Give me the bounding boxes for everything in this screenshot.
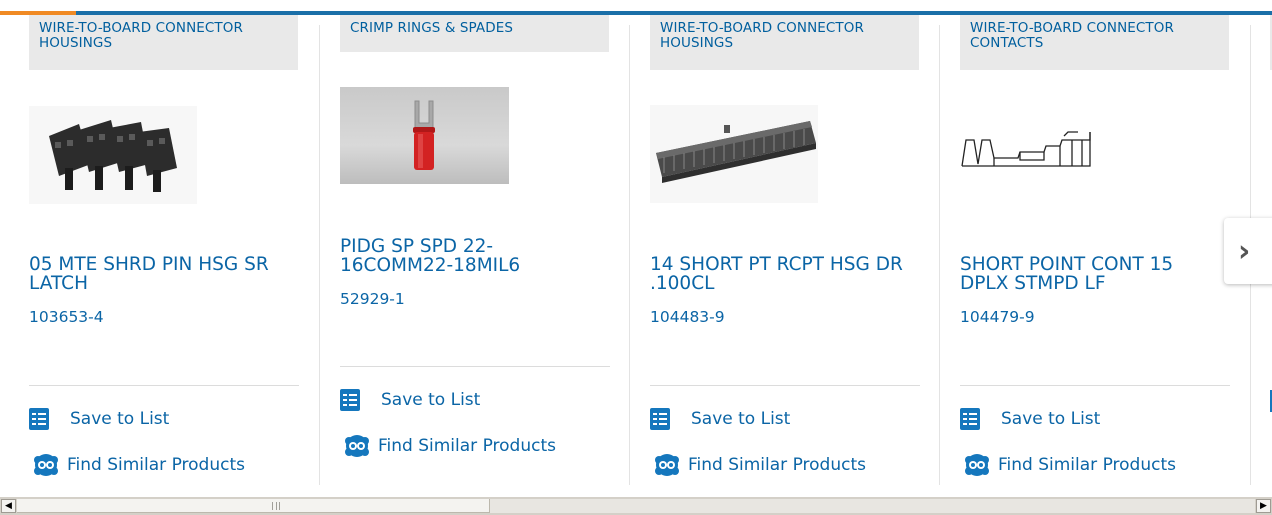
find-similar-icon bbox=[345, 435, 369, 457]
product-category[interactable]: WIRE-TO-BOARD CONNECTOR HOUSINGS bbox=[650, 15, 919, 70]
product-name-link[interactable]: 14 SHORT PT RCPT HSG DR .100CL bbox=[650, 255, 915, 293]
card-separator bbox=[340, 366, 610, 367]
card-separator bbox=[29, 385, 299, 386]
find-similar-icon bbox=[655, 454, 679, 476]
card-divider bbox=[629, 25, 630, 485]
scrollbar-grip-icon bbox=[272, 502, 280, 510]
horizontal-scrollbar[interactable]: ◀ ▶ bbox=[0, 497, 1272, 515]
scrollbar-thumb[interactable] bbox=[17, 499, 490, 513]
find-similar-label: Find Similar Products bbox=[67, 455, 245, 475]
save-to-list-button[interactable]: Save to List bbox=[340, 389, 480, 411]
save-to-list-button[interactable]: Save to List bbox=[29, 408, 169, 430]
product-name-link[interactable]: SHORT POINT CONT 15 DPLX STMPD LF bbox=[960, 255, 1225, 293]
save-to-list-label: Save to List bbox=[691, 409, 791, 429]
find-similar-icon bbox=[34, 454, 58, 476]
scroll-left-arrow[interactable]: ◀ bbox=[1, 499, 16, 513]
product-image[interactable] bbox=[29, 106, 197, 204]
find-similar-button[interactable]: Find Similar Products bbox=[29, 452, 245, 478]
checklist-icon bbox=[650, 408, 670, 430]
find-similar-label: Find Similar Products bbox=[378, 436, 556, 456]
find-similar-button[interactable]: Find Similar Products bbox=[340, 433, 556, 459]
product-card: WIRE-TO-BOARD CONNECTOR HOUSINGS bbox=[29, 15, 299, 490]
product-card: WIRE-TO-BOARD CONNECTOR HOUSINGS bbox=[650, 15, 920, 490]
product-carousel: WIRE-TO-BOARD CONNECTOR HOUSINGS 05 MTE … bbox=[0, 15, 1272, 490]
save-to-list-label: Save to List bbox=[381, 390, 481, 410]
checklist-icon bbox=[340, 389, 360, 411]
find-similar-button[interactable]: Find Similar Products bbox=[650, 452, 866, 478]
product-card: WIRE-TO-BOARD CONNECTOR CONTACTS SHORT P… bbox=[960, 15, 1230, 490]
checklist-icon bbox=[29, 408, 49, 430]
find-similar-button[interactable]: Find Similar Products bbox=[960, 452, 1176, 478]
product-part-number-link[interactable]: 104479-9 bbox=[960, 308, 1035, 326]
product-name-link[interactable]: 05 MTE SHRD PIN HSG SR LATCH bbox=[29, 255, 294, 293]
save-to-list-label: Save to List bbox=[70, 409, 170, 429]
card-divider bbox=[319, 25, 320, 485]
product-card: CRIMP RINGS & SPADES PIDG SP SPD 22-16CO… bbox=[340, 15, 610, 490]
card-separator bbox=[650, 385, 920, 386]
product-part-number-link[interactable]: 103653-4 bbox=[29, 308, 104, 326]
product-image[interactable] bbox=[650, 105, 818, 203]
card-divider bbox=[939, 25, 940, 485]
product-image[interactable] bbox=[340, 87, 509, 184]
product-image[interactable] bbox=[960, 130, 1130, 170]
product-category[interactable]: WIRE-TO-BOARD CONNECTOR HOUSINGS bbox=[29, 15, 298, 70]
product-category[interactable]: WIRE-TO-BOARD CONNECTOR CONTACTS bbox=[960, 15, 1229, 70]
find-similar-label: Find Similar Products bbox=[688, 455, 866, 475]
scroll-right-arrow[interactable]: ▶ bbox=[1256, 499, 1271, 513]
find-similar-label: Find Similar Products bbox=[998, 455, 1176, 475]
product-part-number-link[interactable]: 52929-1 bbox=[340, 290, 405, 308]
checklist-icon bbox=[960, 408, 980, 430]
card-separator bbox=[960, 385, 1230, 386]
carousel-next-button[interactable]: › bbox=[1224, 218, 1272, 284]
find-similar-icon bbox=[965, 454, 989, 476]
product-part-number-link[interactable]: 104483-9 bbox=[650, 308, 725, 326]
chevron-right-icon: › bbox=[1238, 233, 1251, 269]
product-name-link[interactable]: PIDG SP SPD 22-16COMM22-18MIL6 bbox=[340, 237, 605, 275]
save-to-list-label: Save to List bbox=[1001, 409, 1101, 429]
save-to-list-button[interactable]: Save to List bbox=[650, 408, 790, 430]
product-category[interactable]: CRIMP RINGS & SPADES bbox=[340, 15, 609, 52]
save-to-list-button[interactable]: Save to List bbox=[960, 408, 1100, 430]
